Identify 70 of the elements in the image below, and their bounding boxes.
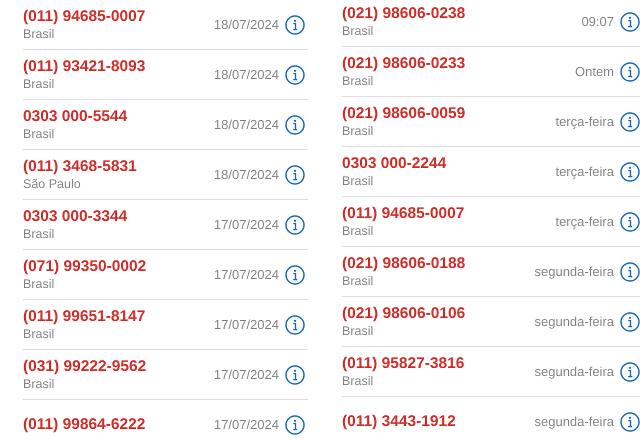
call-location: São Paulo xyxy=(23,176,82,192)
info-icon[interactable] xyxy=(285,64,305,84)
call-time: 17/07/2024 xyxy=(214,417,279,432)
phone-number: (011) 95827-3816 xyxy=(342,354,466,373)
call-location: Brasil xyxy=(23,326,56,342)
phone-number: (021) 98606-0188 xyxy=(342,254,466,273)
info-icon[interactable] xyxy=(620,312,640,332)
call-time: 17/07/2024 xyxy=(214,317,279,332)
phone-number: (021) 98606-0233 xyxy=(342,54,466,73)
call-time: segunda-feira xyxy=(534,414,614,429)
call-time: 17/07/2024 xyxy=(214,217,279,232)
call-time: segunda-feira xyxy=(534,264,614,279)
info-icon[interactable] xyxy=(285,164,305,184)
call-location: Brasil xyxy=(23,226,56,242)
info-icon[interactable] xyxy=(620,12,640,32)
phone-number: 0303 000-2244 xyxy=(342,154,448,173)
phone-number: 0303 000-3344 xyxy=(23,207,128,226)
call-time: 17/07/2024 xyxy=(214,367,279,382)
phone-number: (011) 99864-6222 xyxy=(23,415,146,434)
phone-number: (021) 98606-0106 xyxy=(342,304,466,323)
call-location: Brasil xyxy=(342,173,374,189)
phone-number: (011) 3443-1912 xyxy=(342,412,457,431)
call-location: Brasil xyxy=(342,373,374,389)
call-time: segunda-feira xyxy=(534,314,614,329)
call-location: Brasil xyxy=(23,276,56,292)
info-icon[interactable] xyxy=(620,112,640,132)
call-time: Ontem xyxy=(574,64,614,79)
call-location: Brasil xyxy=(342,123,374,139)
call-time: 09:07 xyxy=(581,14,614,29)
call-time: segunda-feira xyxy=(534,364,614,379)
call-location: Brasil xyxy=(342,73,374,89)
phone-number: (021) 98606-0059 xyxy=(342,104,466,123)
info-icon[interactable] xyxy=(620,362,640,382)
info-icon[interactable] xyxy=(620,212,640,232)
call-time: terça-feira xyxy=(555,164,614,179)
call-time: 17/07/2024 xyxy=(214,267,279,282)
call-time: terça-feira xyxy=(555,114,614,129)
info-icon[interactable] xyxy=(620,412,640,432)
call-time: 18/07/2024 xyxy=(214,17,279,32)
info-icon[interactable] xyxy=(285,314,305,334)
call-time: 18/07/2024 xyxy=(214,117,279,132)
call-time: 18/07/2024 xyxy=(214,67,279,82)
call-time: 18/07/2024 xyxy=(214,167,279,182)
phone-number: (021) 98606-0238 xyxy=(342,4,466,23)
phone-number: (011) 3468-5831 xyxy=(23,157,138,176)
phone-number: (011) 93421-8093 xyxy=(23,57,146,76)
call-time: terça-feira xyxy=(555,214,614,229)
call-location: Brasil xyxy=(23,26,56,42)
info-icon[interactable] xyxy=(620,262,640,282)
info-icon[interactable] xyxy=(620,162,640,182)
phone-number: (011) 94685-0007 xyxy=(23,7,146,26)
call-location: Brasil xyxy=(342,23,374,39)
phone-number: (011) 99651-8147 xyxy=(23,307,146,326)
info-icon[interactable] xyxy=(285,114,305,134)
call-location: Brasil xyxy=(342,223,374,239)
info-icon[interactable] xyxy=(285,414,305,434)
call-location: Brasil xyxy=(342,273,374,289)
call-location: Brasil xyxy=(23,76,56,92)
call-location: Brasil xyxy=(342,323,374,339)
call-location: Brasil xyxy=(23,126,56,142)
phone-number: 0303 000-5544 xyxy=(23,107,128,126)
phone-number: (071) 99350-0002 xyxy=(23,257,148,276)
info-icon[interactable] xyxy=(620,62,640,82)
info-icon[interactable] xyxy=(285,364,305,384)
phone-number: (031) 99222-9562 xyxy=(23,357,148,376)
info-icon[interactable] xyxy=(285,214,305,234)
info-icon[interactable] xyxy=(285,14,305,34)
info-icon[interactable] xyxy=(285,264,305,284)
call-location: Brasil xyxy=(23,376,56,392)
phone-number: (011) 94685-0007 xyxy=(342,204,466,223)
